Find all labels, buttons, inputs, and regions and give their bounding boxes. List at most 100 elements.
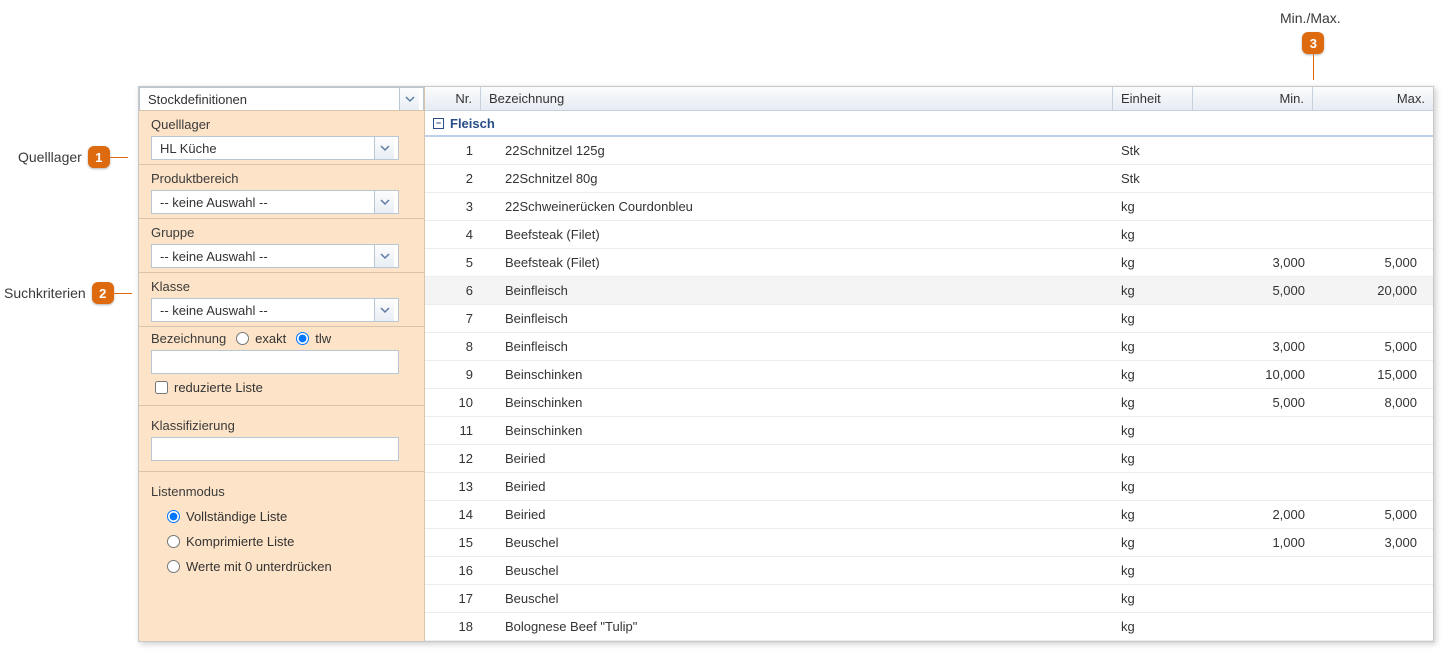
cell-min: 2,000	[1193, 507, 1313, 522]
col-min[interactable]: Min.	[1193, 87, 1313, 110]
cell-nr: 15	[425, 535, 481, 550]
cell-max: 5,000	[1313, 255, 1433, 270]
cell-bez: Beefsteak (Filet)	[481, 255, 1113, 270]
main-dropdown-text: Stockdefinitionen	[148, 92, 399, 107]
gruppe-dropdown[interactable]: -- keine Auswahl --	[151, 244, 399, 268]
table-row[interactable]: 12Beiriedkg	[425, 445, 1433, 473]
chevron-down-icon	[374, 191, 394, 213]
listmode-komp-label: Komprimierte Liste	[186, 534, 294, 549]
table-row[interactable]: 222Schnitzel 80gStk	[425, 165, 1433, 193]
app-container: Stockdefinitionen Quelllager HL Küche Pr…	[138, 86, 1434, 642]
table-row[interactable]: 16Beuschelkg	[425, 557, 1433, 585]
chevron-down-icon	[374, 299, 394, 321]
cell-nr: 1	[425, 143, 481, 158]
cell-nr: 12	[425, 451, 481, 466]
table-row[interactable]: 18Bolognese Beef "Tulip"kg	[425, 613, 1433, 641]
col-max[interactable]: Max.	[1313, 87, 1433, 110]
table-row[interactable]: 15Beuschelkg1,0003,000	[425, 529, 1433, 557]
table-panel: Nr. Bezeichnung Einheit Min. Max. − Flei…	[425, 87, 1433, 641]
table-row[interactable]: 10Beinschinkenkg5,0008,000	[425, 389, 1433, 417]
callout-badge-2: 2	[92, 282, 114, 304]
callout-badge-1: 1	[88, 146, 110, 168]
table-row[interactable]: 11Beinschinkenkg	[425, 417, 1433, 445]
listmode-werte0-label: Werte mit 0 unterdrücken	[186, 559, 332, 574]
col-bezeichnung[interactable]: Bezeichnung	[481, 87, 1113, 110]
cell-einh: kg	[1113, 255, 1193, 270]
exakt-radio[interactable]: exakt	[236, 331, 286, 346]
table-body: 122Schnitzel 125gStk222Schnitzel 80gStk3…	[425, 137, 1433, 641]
gruppe-label: Gruppe	[151, 223, 416, 244]
klasse-dropdown[interactable]: -- keine Auswahl --	[151, 298, 399, 322]
listmode-voll-label: Vollständige Liste	[186, 509, 287, 524]
table-row[interactable]: 17Beuschelkg	[425, 585, 1433, 613]
cell-bez: Beefsteak (Filet)	[481, 227, 1113, 242]
cell-einh: kg	[1113, 395, 1193, 410]
filter-sidebar: Stockdefinitionen Quelllager HL Küche Pr…	[139, 87, 425, 641]
callout-label-quelllager: Quelllager	[18, 149, 82, 165]
cell-min: 3,000	[1193, 255, 1313, 270]
cell-einh: kg	[1113, 507, 1193, 522]
cell-nr: 8	[425, 339, 481, 354]
cell-einh: kg	[1113, 339, 1193, 354]
cell-nr: 6	[425, 283, 481, 298]
cell-min: 1,000	[1193, 535, 1313, 550]
group-row-fleisch[interactable]: − Fleisch	[425, 111, 1433, 137]
produktbereich-label: Produktbereich	[151, 169, 416, 190]
table-row[interactable]: 5Beefsteak (Filet)kg3,0005,000	[425, 249, 1433, 277]
cell-nr: 18	[425, 619, 481, 634]
klasse-label: Klasse	[151, 277, 416, 298]
cell-bez: Beuschel	[481, 591, 1113, 606]
cell-min: 10,000	[1193, 367, 1313, 382]
cell-bez: Beinschinken	[481, 367, 1113, 382]
col-einheit[interactable]: Einheit	[1113, 87, 1193, 110]
cell-bez: 22Schnitzel 80g	[481, 171, 1113, 186]
cell-nr: 2	[425, 171, 481, 186]
listmode-komp-radio[interactable]: Komprimierte Liste	[167, 534, 416, 549]
produktbereich-value: -- keine Auswahl --	[160, 195, 374, 210]
cell-bez: Bolognese Beef "Tulip"	[481, 619, 1113, 634]
produktbereich-dropdown[interactable]: -- keine Auswahl --	[151, 190, 399, 214]
cell-max: 5,000	[1313, 507, 1433, 522]
table-row[interactable]: 9Beinschinkenkg10,00015,000	[425, 361, 1433, 389]
callout-line-3	[1313, 54, 1314, 80]
cell-einh: kg	[1113, 311, 1193, 326]
cell-einh: kg	[1113, 283, 1193, 298]
collapse-icon[interactable]: −	[433, 118, 444, 129]
table-row[interactable]: 6Beinfleischkg5,00020,000	[425, 277, 1433, 305]
table-row[interactable]: 322Schweinerücken Courdonbleukg	[425, 193, 1433, 221]
cell-bez: Beiried	[481, 507, 1113, 522]
cell-einh: kg	[1113, 367, 1193, 382]
table-row[interactable]: 13Beiriedkg	[425, 473, 1433, 501]
col-nr[interactable]: Nr.	[425, 87, 481, 110]
listmode-voll-radio[interactable]: Vollständige Liste	[167, 509, 416, 524]
table-row[interactable]: 14Beiriedkg2,0005,000	[425, 501, 1433, 529]
table-row[interactable]: 7Beinfleischkg	[425, 305, 1433, 333]
cell-nr: 17	[425, 591, 481, 606]
cell-nr: 10	[425, 395, 481, 410]
cell-min: 3,000	[1193, 339, 1313, 354]
callout-label-suchkriterien: Suchkriterien	[4, 285, 86, 301]
reduzierte-checkbox[interactable]: reduzierte Liste	[151, 380, 263, 395]
cell-bez: Beiried	[481, 451, 1113, 466]
table-row[interactable]: 122Schnitzel 125gStk	[425, 137, 1433, 165]
cell-max: 5,000	[1313, 339, 1433, 354]
cell-nr: 9	[425, 367, 481, 382]
exakt-radio-label: exakt	[255, 331, 286, 346]
table-row[interactable]: 4Beefsteak (Filet)kg	[425, 221, 1433, 249]
cell-bez: Beinfleisch	[481, 283, 1113, 298]
main-dropdown[interactable]: Stockdefinitionen	[139, 87, 424, 111]
cell-einh: kg	[1113, 479, 1193, 494]
quelllager-dropdown[interactable]: HL Küche	[151, 136, 399, 160]
table-row[interactable]: 8Beinfleischkg3,0005,000	[425, 333, 1433, 361]
chevron-down-icon	[374, 137, 394, 159]
cell-nr: 13	[425, 479, 481, 494]
reduzierte-checkbox-label: reduzierte Liste	[174, 380, 263, 395]
listmode-werte0-radio[interactable]: Werte mit 0 unterdrücken	[167, 559, 416, 574]
chevron-down-icon	[399, 88, 419, 110]
cell-einh: kg	[1113, 563, 1193, 578]
klassifizierung-input[interactable]	[151, 437, 399, 461]
tlw-radio[interactable]: tlw	[296, 331, 331, 346]
bezeichnung-input[interactable]	[151, 350, 399, 374]
callout-badge-3: 3	[1302, 32, 1324, 54]
klasse-value: -- keine Auswahl --	[160, 303, 374, 318]
